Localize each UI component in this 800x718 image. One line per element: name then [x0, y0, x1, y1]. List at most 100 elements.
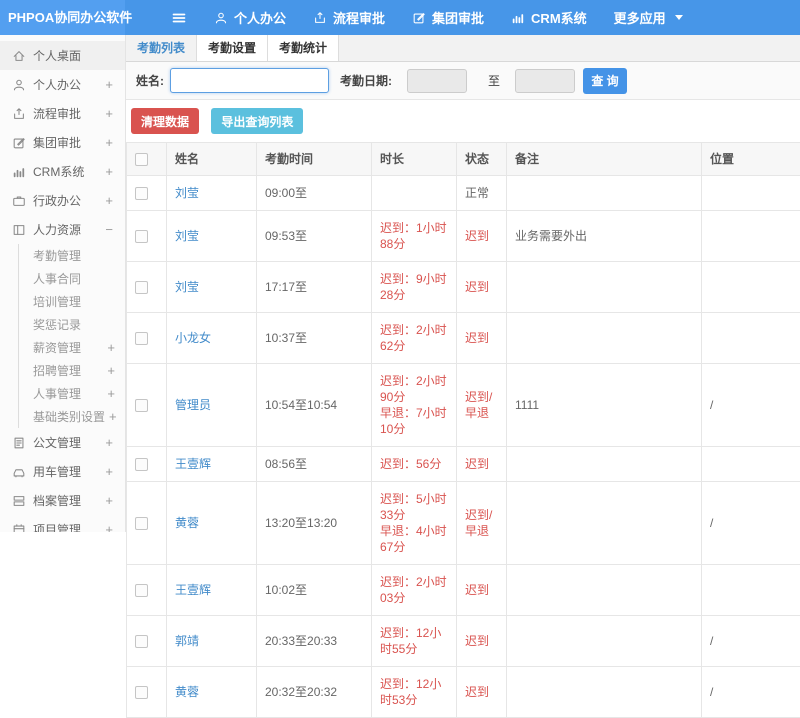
- sidebar-item-admin-office[interactable]: 行政办公 +: [0, 186, 125, 215]
- query-button[interactable]: 查 询: [583, 68, 627, 94]
- expand-plus-icon[interactable]: +: [105, 106, 113, 121]
- employee-link[interactable]: 刘莹: [175, 280, 199, 294]
- sidebar-item-recruitment[interactable]: 招聘管理+: [18, 359, 125, 382]
- sidebar-item-hr-contract[interactable]: 人事合同: [18, 267, 125, 290]
- expand-plus-icon[interactable]: +: [105, 522, 113, 532]
- nav-item-crm[interactable]: CRM系统: [511, 8, 587, 27]
- sidebar-item-vehicles[interactable]: 用车管理+: [0, 457, 125, 486]
- date-field-label: 考勤日期:: [340, 72, 392, 89]
- expand-plus-icon[interactable]: +: [107, 340, 115, 355]
- location-cell: [702, 211, 800, 262]
- employee-link[interactable]: 管理员: [175, 398, 211, 412]
- sidebar-item-group-approval[interactable]: 集团审批 +: [0, 128, 125, 157]
- location-cell: [702, 447, 800, 482]
- attendance-table-body: 刘莹09:00至正常刘莹09:53至迟到：1小时88分迟到业务需要外出刘莹17:…: [127, 176, 800, 718]
- sidebar-item-personal-office[interactable]: 个人办公 +: [0, 70, 125, 99]
- sidebar-item-label: 奖惩记录: [33, 316, 115, 333]
- select-all-checkbox[interactable]: [135, 153, 148, 166]
- expand-plus-icon[interactable]: +: [109, 409, 117, 424]
- sidebar-item-label: 行政办公: [33, 192, 101, 209]
- caret-down-icon: [675, 15, 683, 20]
- tab-attendance-stats[interactable]: 考勤统计: [268, 35, 339, 61]
- employee-link[interactable]: 黄蓉: [175, 685, 199, 699]
- sidebar-item-hr[interactable]: 人力资源−: [0, 215, 125, 244]
- employee-name-cell: 管理员: [167, 364, 257, 447]
- duration-cell: 迟到：2小时03分: [372, 565, 457, 616]
- sidebar-item-salary[interactable]: 薪资管理+: [18, 336, 125, 359]
- table-row: 王壹辉10:02至迟到：2小时03分迟到: [127, 565, 800, 616]
- sidebar-item-documents[interactable]: 公文管理+: [0, 428, 125, 457]
- row-checkbox[interactable]: [135, 517, 148, 530]
- row-checkbox-cell: [127, 211, 167, 262]
- tab-attendance-settings[interactable]: 考勤设置: [197, 35, 268, 61]
- employee-link[interactable]: 小龙女: [175, 331, 211, 345]
- note-cell: [507, 565, 702, 616]
- sidebar-item-label: 人事管理: [33, 385, 103, 402]
- hamburger-menu-icon[interactable]: [171, 10, 187, 26]
- table-row: 黄蓉20:32至20:32迟到：12小时53分迟到/: [127, 667, 800, 718]
- row-checkbox[interactable]: [135, 635, 148, 648]
- employee-name-cell: 刘莹: [167, 262, 257, 313]
- sidebar-item-label: 考勤管理: [33, 247, 115, 264]
- sidebar-item-base-category[interactable]: 基础类别设置+: [18, 405, 125, 428]
- date-to-input[interactable]: [515, 69, 575, 93]
- nav-item-personal-office[interactable]: 个人办公: [214, 8, 286, 27]
- employee-link[interactable]: 郭靖: [175, 634, 199, 648]
- row-checkbox[interactable]: [135, 458, 148, 471]
- date-from-input[interactable]: [407, 69, 467, 93]
- expand-plus-icon[interactable]: +: [105, 493, 113, 508]
- tab-attendance-list[interactable]: 考勤列表: [126, 35, 197, 61]
- nav-item-workflow-approval[interactable]: 流程审批: [313, 8, 385, 27]
- row-checkbox[interactable]: [135, 399, 148, 412]
- export-list-button[interactable]: 导出查询列表: [211, 108, 303, 134]
- row-checkbox[interactable]: [135, 584, 148, 597]
- row-checkbox[interactable]: [135, 187, 148, 200]
- sidebar-item-attendance[interactable]: 考勤管理: [18, 244, 125, 267]
- collapse-minus-icon[interactable]: −: [105, 222, 113, 237]
- sidebar-item-archives[interactable]: 档案管理 +: [0, 486, 125, 515]
- employee-link[interactable]: 王壹辉: [175, 583, 211, 597]
- row-checkbox[interactable]: [135, 281, 148, 294]
- header-time: 考勤时间: [257, 143, 372, 176]
- sidebar-item-label: 个人办公: [33, 76, 101, 93]
- duration-cell: 迟到：1小时88分: [372, 211, 457, 262]
- expand-plus-icon[interactable]: +: [105, 464, 113, 479]
- note-cell: [507, 482, 702, 565]
- table-row: 小龙女10:37至迟到：2小时62分迟到: [127, 313, 800, 364]
- employee-link[interactable]: 刘莹: [175, 229, 199, 243]
- nav-item-more-apps[interactable]: 更多应用: [614, 8, 683, 27]
- sidebar-item-label: 集团审批: [33, 134, 101, 151]
- expand-plus-icon[interactable]: +: [107, 363, 115, 378]
- sidebar-item-label: 档案管理: [33, 492, 101, 509]
- expand-plus-icon[interactable]: +: [107, 386, 115, 401]
- name-input[interactable]: [170, 68, 329, 93]
- expand-plus-icon[interactable]: +: [105, 77, 113, 92]
- row-checkbox[interactable]: [135, 332, 148, 345]
- table-row: 王壹辉08:56至迟到：56分迟到: [127, 447, 800, 482]
- nav-item-group-approval[interactable]: 集团审批: [412, 8, 484, 27]
- expand-plus-icon[interactable]: +: [105, 435, 113, 450]
- expand-plus-icon[interactable]: +: [105, 193, 113, 208]
- edit-icon: [412, 11, 426, 25]
- row-checkbox[interactable]: [135, 686, 148, 699]
- expand-plus-icon[interactable]: +: [105, 135, 113, 150]
- sidebar-item-projects[interactable]: 项目管理+: [0, 515, 125, 532]
- sidebar-item-personnel[interactable]: 人事管理 +: [18, 382, 125, 405]
- action-bar: 清理数据 导出查询列表: [126, 100, 800, 142]
- employee-link[interactable]: 王壹辉: [175, 457, 211, 471]
- row-checkbox[interactable]: [135, 230, 148, 243]
- status-cell: 迟到: [457, 616, 507, 667]
- table-row: 刘莹09:00至正常: [127, 176, 800, 211]
- employee-link[interactable]: 黄蓉: [175, 516, 199, 530]
- sidebar-item-desktop[interactable]: 个人桌面: [0, 41, 125, 70]
- sidebar-item-rewards[interactable]: 奖惩记录: [18, 313, 125, 336]
- expand-plus-icon[interactable]: +: [105, 164, 113, 179]
- sidebar-item-workflow-approval[interactable]: 流程审批+: [0, 99, 125, 128]
- clean-data-button[interactable]: 清理数据: [131, 108, 199, 134]
- header-status: 状态: [457, 143, 507, 176]
- employee-link[interactable]: 刘莹: [175, 186, 199, 200]
- sidebar-item-training[interactable]: 培训管理: [18, 290, 125, 313]
- note-cell: 1111: [507, 364, 702, 447]
- sidebar-item-crm[interactable]: CRM系统+: [0, 157, 125, 186]
- attendance-time-cell: 09:00至: [257, 176, 372, 211]
